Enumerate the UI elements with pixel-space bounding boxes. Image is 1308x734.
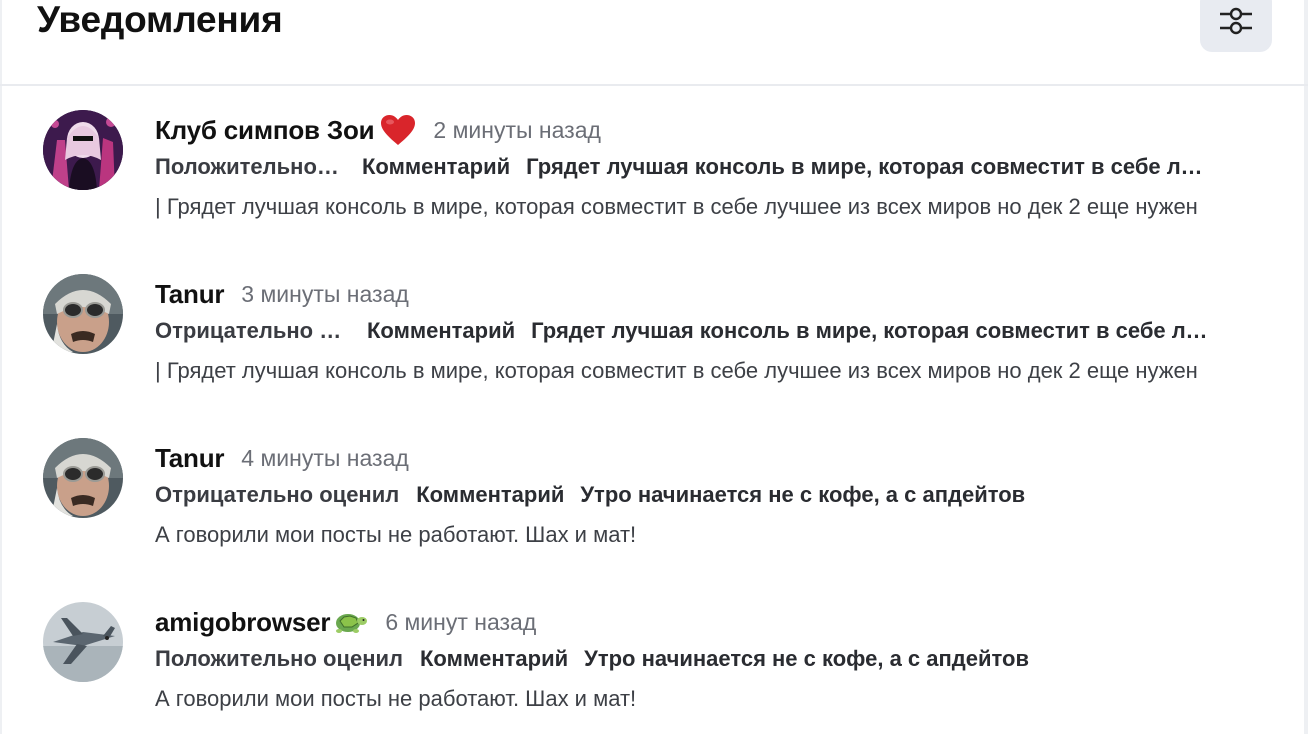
notification-header: amigobrowser 6 минут назад [155, 604, 536, 640]
comment-text[interactable]: | Грядет лучшая консоль в мире, которая … [155, 354, 1263, 388]
timestamp: 3 минуты назад [241, 280, 409, 307]
content-type: Комментарий [362, 154, 511, 179]
timestamp: 4 минуты назад [241, 444, 409, 471]
notifications-panel: Уведомления Клуб симпов Зои 2 минуты наз… [0, 0, 1308, 734]
sliders-icon [1220, 7, 1252, 35]
page-title: Уведомления [37, 0, 283, 40]
author-name[interactable]: Tanur [155, 279, 224, 310]
action-label: Положительно оценил [155, 154, 345, 179]
notification-meta: Положительно оценил Комментарий Грядет л… [155, 150, 1206, 184]
comment-text[interactable]: А говорили мои посты не работают. Шах и … [155, 682, 1263, 716]
notifications-header: Уведомления [0, 0, 1308, 86]
filter-button[interactable] [1200, 0, 1272, 52]
notification-meta: Отрицательно оценил Комментарий Грядет л… [155, 314, 1211, 348]
action-label: Положительно оценил [155, 646, 403, 671]
notification-item[interactable]: Tanur 4 минуты назад Отрицательно оценил… [0, 438, 1308, 600]
post-link[interactable]: Грядет лучшая консоль в мире, которая со… [526, 154, 1206, 180]
notification-item[interactable]: Клуб симпов Зои 2 минуты назад Положител… [0, 110, 1308, 272]
avatar[interactable] [43, 274, 123, 354]
avatar[interactable] [43, 110, 123, 190]
author-name[interactable]: amigobrowser [155, 607, 331, 638]
author-name[interactable]: Клуб симпов Зои [155, 115, 375, 146]
action-label: Отрицательно оценил [155, 318, 350, 343]
turtle-emoji-icon [332, 607, 368, 637]
notification-header: Клуб симпов Зои 2 минуты назад [155, 112, 601, 148]
comment-text[interactable]: А говорили мои посты не работают. Шах и … [155, 518, 1263, 552]
notification-item[interactable]: amigobrowser 6 минут назад Положительно … [0, 602, 1308, 734]
timestamp: 2 минуты назад [433, 116, 601, 143]
action-label: Отрицательно оценил [155, 482, 400, 507]
avatar[interactable] [43, 438, 123, 518]
notification-item[interactable]: Tanur 3 минуты назад Отрицательно оценил… [0, 274, 1308, 436]
avatar[interactable] [43, 602, 123, 682]
notification-header: Tanur 3 минуты назад [155, 276, 409, 312]
heart-emoji-icon [380, 114, 416, 146]
content-type: Комментарий [420, 646, 569, 671]
comment-text[interactable]: | Грядет лучшая консоль в мире, которая … [155, 190, 1263, 224]
notification-meta: Положительно оценил Комментарий Утро нач… [155, 642, 1029, 676]
notification-header: Tanur 4 минуты назад [155, 440, 409, 476]
post-link[interactable]: Утро начинается не с кофе, а с апдейтов [580, 482, 1025, 508]
post-link[interactable]: Грядет лучшая консоль в мире, которая со… [531, 318, 1211, 344]
content-type: Комментарий [367, 318, 516, 343]
post-link[interactable]: Утро начинается не с кофе, а с апдейтов [584, 646, 1029, 672]
content-type: Комментарий [416, 482, 565, 507]
author-name[interactable]: Tanur [155, 443, 224, 474]
notification-meta: Отрицательно оценил Комментарий Утро нач… [155, 478, 1025, 512]
timestamp: 6 минут назад [385, 608, 537, 635]
